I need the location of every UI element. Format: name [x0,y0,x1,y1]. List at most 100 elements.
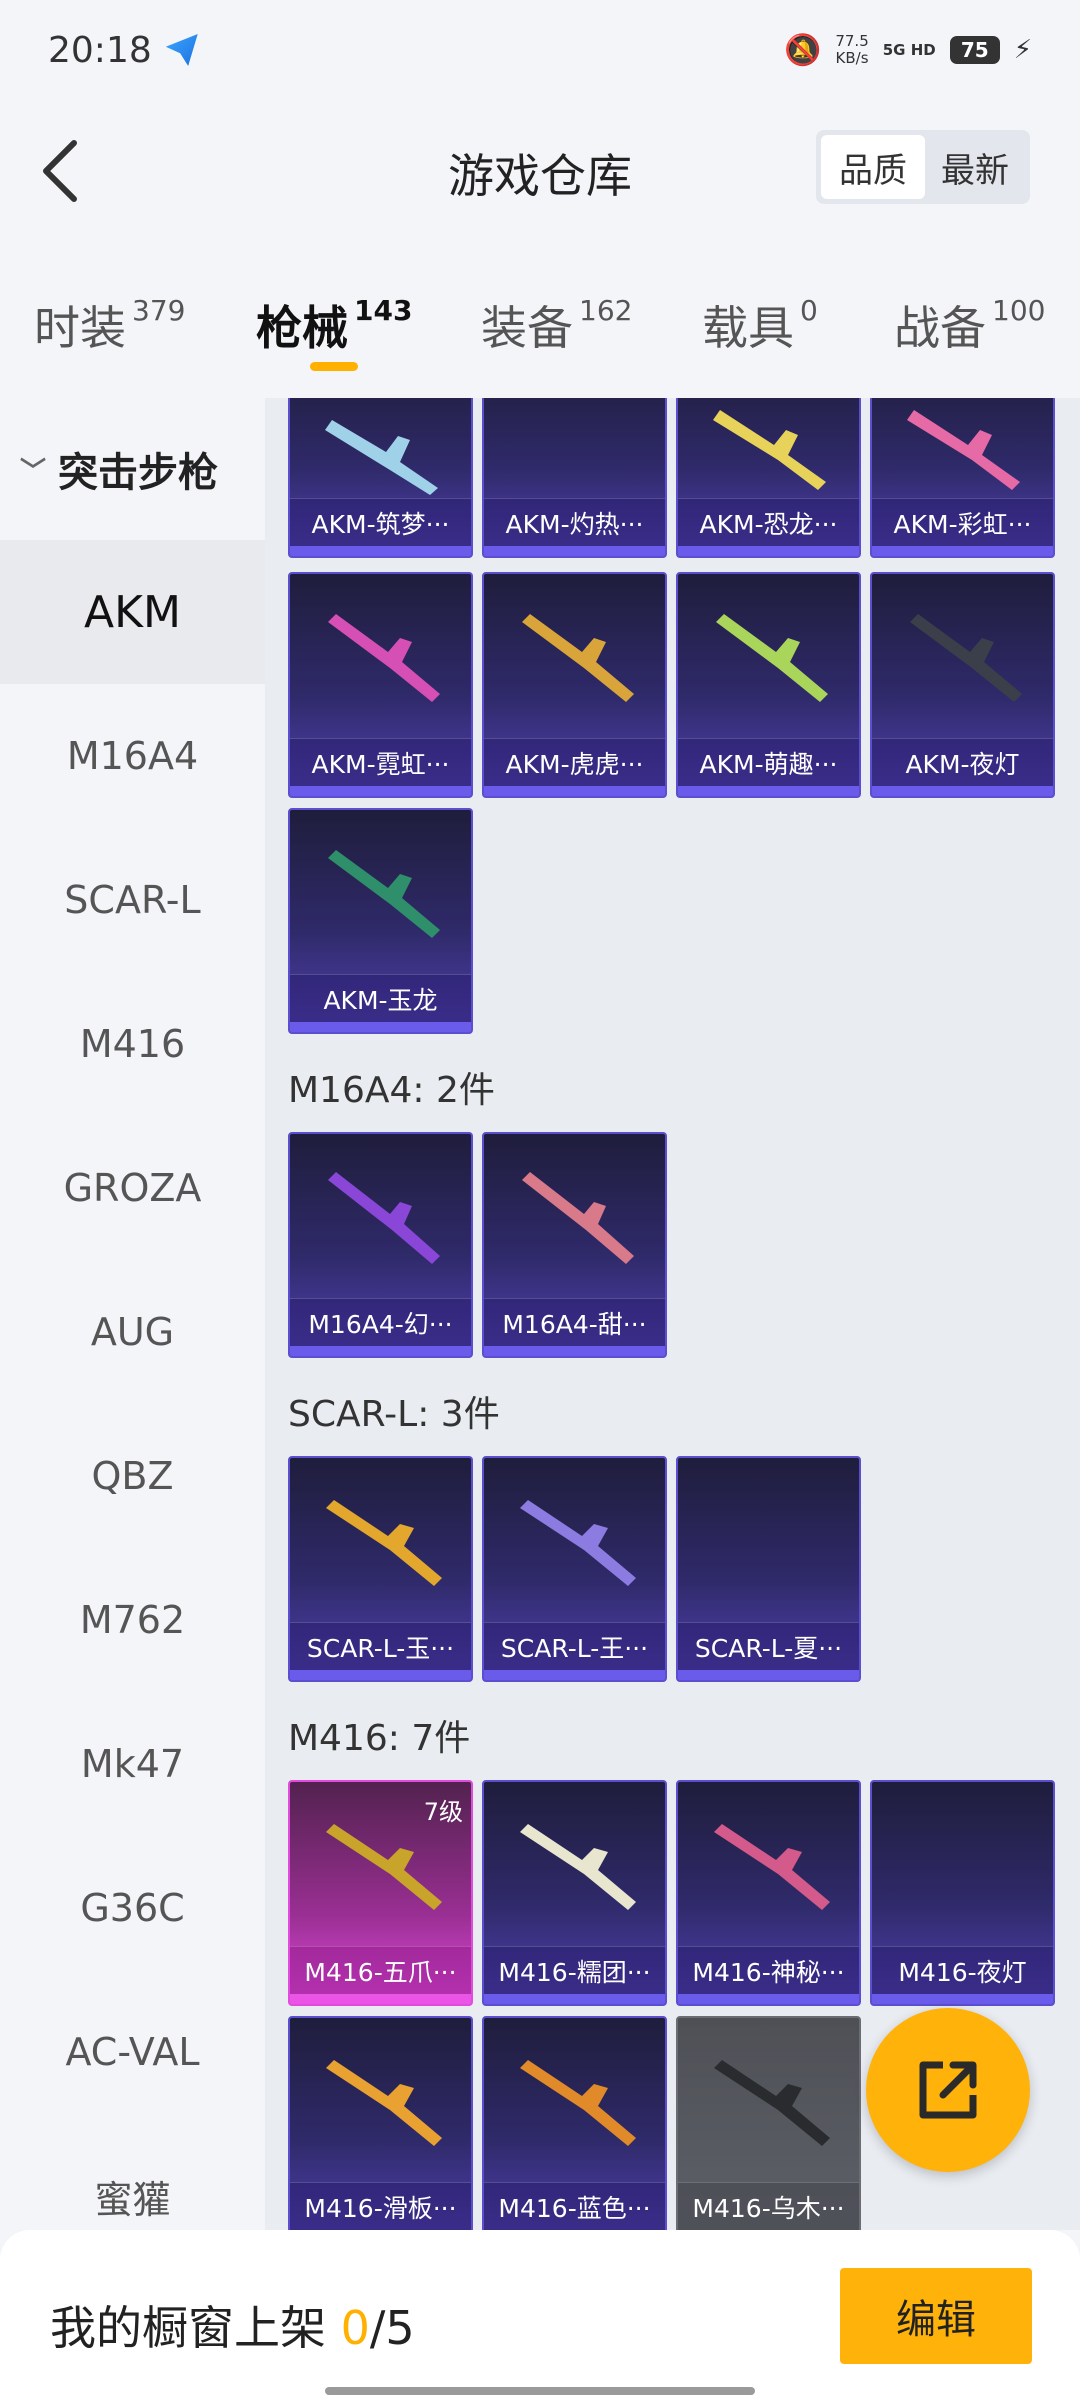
skin-card[interactable]: AKM-霓虹··· [288,572,473,798]
rarity-bar [678,1994,859,2004]
skin-name: M416-神秘··· [678,1946,859,1994]
sidebar-item-mk47[interactable]: Mk47 [0,1692,265,1836]
showcase-total: /5 [369,2301,415,2355]
skin-card[interactable]: AKM-恐龙··· [676,398,861,558]
rifle-icon [326,2060,442,2146]
skin-card[interactable]: AKM-灼热··· [482,398,667,558]
skin-name: AKM-恐龙··· [678,498,859,546]
sidebar-item-aug[interactable]: AUG [0,1260,265,1404]
tab-count: 143 [354,294,413,327]
sidebar-item-m416[interactable]: M416 [0,972,265,1116]
telegram-icon [165,34,198,66]
tab-count: 0 [800,294,818,327]
tab-equipment[interactable]: 装备 162 [481,292,632,358]
rifle-icon [713,410,826,490]
mute-icon: 🔕 [783,32,822,68]
rarity-bar [290,1346,471,1356]
tab-outfits[interactable]: 时装 379 [34,292,185,358]
rifle-icon [520,1500,636,1586]
skin-name: SCAR-L-王··· [484,1622,665,1670]
sidebar-item-groza[interactable]: GROZA [0,1116,265,1260]
skin-card[interactable]: M416-糯团··· [482,1780,667,2006]
sort-newest-button[interactable]: 最新 [925,135,1025,199]
skin-card[interactable]: AKM-玉龙 [288,808,473,1034]
sidebar-item-m16a4[interactable]: M16A4 [0,684,265,828]
skin-card[interactable]: M416-夜灯 [870,1780,1055,2006]
weapon-sidebar: ﹀ 突击步枪 AKM M16A4 SCAR-L M416 GROZA AUG Q… [0,398,265,2230]
skin-name: AKM-虎虎··· [484,738,665,786]
section-title-scar-l: SCAR-L: 3件 [288,1394,500,1435]
rifle-icon [325,420,438,495]
rarity-bar [484,1670,665,1680]
skin-card[interactable]: M416-滑板··· [288,2016,473,2230]
rarity-bar [872,546,1053,556]
skin-name: M416-糯团··· [484,1946,665,1994]
sidebar-item-qbz[interactable]: QBZ [0,1404,265,1548]
rifle-icon [714,1824,830,1910]
skin-card[interactable]: AKM-筑梦··· [288,398,473,558]
tab-count: 379 [132,294,186,327]
skin-card[interactable]: M416-神秘··· [676,1780,861,2006]
sort-toggle: 品质 最新 [816,130,1030,204]
tab-vehicles[interactable]: 载具 0 [702,292,818,358]
rarity-bar [290,1022,471,1032]
rarity-bar [290,1994,471,2004]
skin-card[interactable]: SCAR-L-王··· [482,1456,667,1682]
section-title-m416: M416: 7件 [288,1718,471,1759]
home-indicator[interactable] [325,2387,755,2395]
sidebar-item-scar-l[interactable]: SCAR-L [0,828,265,972]
rifle-icon [328,1172,440,1264]
rarity-bar [484,1994,665,2004]
skin-name: AKM-玉龙 [290,974,471,1022]
skin-card[interactable]: AKM-彩虹··· [870,398,1055,558]
skin-card[interactable]: AKM-萌趣··· [676,572,861,798]
skin-card[interactable]: M416-蓝色··· [482,2016,667,2230]
sidebar-item-ac-val[interactable]: AC-VAL [0,1980,265,2124]
sort-quality-button[interactable]: 品质 [821,135,925,199]
edit-button[interactable]: 编辑 [840,2268,1032,2364]
skin-card[interactable]: SCAR-L-夏··· [676,1456,861,1682]
skin-card[interactable]: AKM-虎虎··· [482,572,667,798]
rifle-icon [907,410,1020,490]
rifle-icon [522,1172,634,1264]
skin-name: M416-乌木··· [678,2182,859,2230]
showcase-count: 0 [340,2301,370,2355]
skin-name: M416-夜灯 [872,1946,1053,1994]
skin-name: SCAR-L-玉··· [290,1622,471,1670]
rarity-bar [484,546,665,556]
skin-name: M416-蓝色··· [484,2182,665,2230]
skin-card[interactable]: SCAR-L-玉··· [288,1456,473,1682]
skin-card[interactable]: M416-乌木··· [676,2016,861,2230]
sidebar-group-assault-rifles[interactable]: ﹀ 突击步枪 [0,398,265,540]
battery-indicator: 75 [949,36,1000,64]
sidebar-item-m762[interactable]: M762 [0,1548,265,1692]
sidebar-item-g36c[interactable]: G36C [0,1836,265,1980]
network-speed: 77.5 KB/s [835,33,868,67]
section-title-m16a4: M16A4: 2件 [288,1070,495,1111]
skin-name: M16A4-幻··· [290,1298,471,1346]
chevron-left-icon [43,140,77,202]
skin-card[interactable]: 7级 M416-五爪··· [288,1780,473,2006]
rifle-icon [522,614,634,702]
rifle-icon [328,850,440,938]
skin-card[interactable]: M16A4-甜··· [482,1132,667,1358]
rarity-bar [678,546,859,556]
skin-name: AKM-霓虹··· [290,738,471,786]
tab-supplies[interactable]: 战备 100 [894,292,1045,358]
showcase-status: 我的橱窗上架 0/5 [50,2292,415,2358]
sidebar-item-akm[interactable]: AKM [0,540,265,684]
speed-unit: KB/s [835,49,869,67]
rarity-bar [484,786,665,796]
skin-name: M16A4-甜··· [484,1298,665,1346]
back-button[interactable] [30,136,90,206]
rifle-icon [716,614,828,702]
status-bar: 20:18 🔕 77.5 KB/s 5G HD 75 ⚡ [0,0,1080,100]
rarity-bar [872,786,1053,796]
skin-card[interactable]: M16A4-幻··· [288,1132,473,1358]
tab-firearms[interactable]: 枪械 143 [256,292,412,358]
skin-card[interactable]: AKM-夜灯 [870,572,1055,798]
share-fab-button[interactable] [866,2008,1030,2172]
rifle-icon [910,614,1022,702]
status-indicators: 🔕 77.5 KB/s 5G HD 75 ⚡ [784,33,1032,68]
sidebar-group-label: 突击步枪 [58,450,219,496]
